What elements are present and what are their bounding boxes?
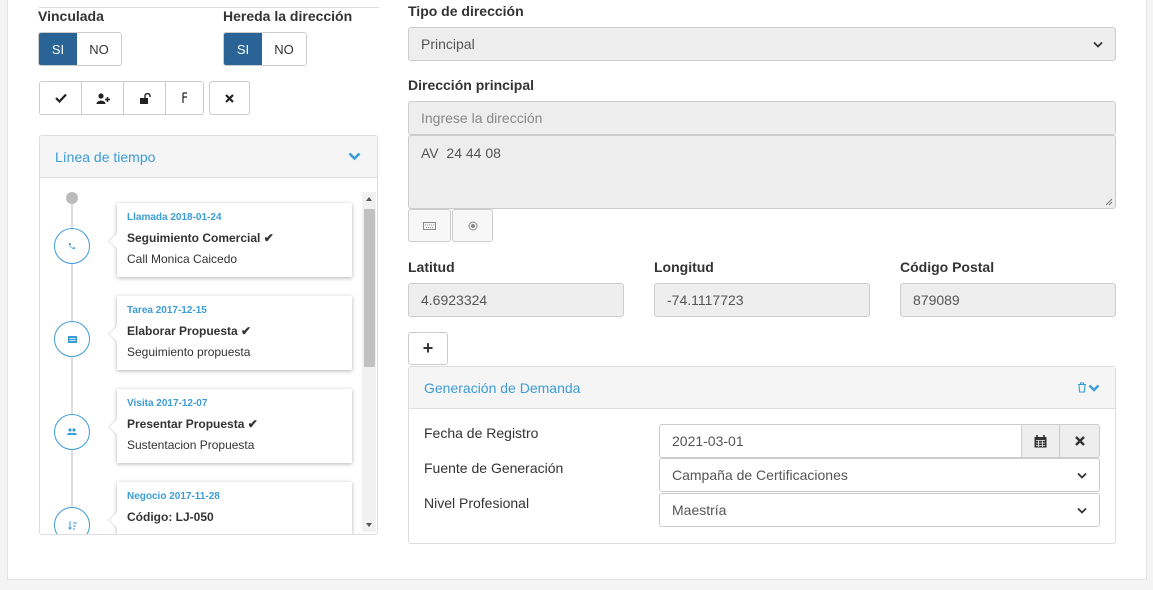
remove-button[interactable] [209, 81, 250, 115]
confirm-button[interactable] [40, 82, 82, 114]
timeline-header[interactable]: Línea de tiempo [40, 136, 377, 178]
user-plus-icon [96, 92, 110, 104]
nivel-profesional-value: Maestría [672, 502, 727, 518]
chevron-down-icon[interactable] [1088, 384, 1100, 392]
close-icon [225, 93, 234, 103]
timeline-card-description: Sustentacion Propuesta [127, 438, 255, 452]
codigo-postal-field[interactable]: 879089 [900, 283, 1116, 317]
phone-icon [69, 243, 75, 249]
timeline-card-header: Negocio 2017-11-28 [127, 491, 220, 502]
direccion-value: AV 24 44 08 [421, 145, 501, 161]
fuente-generacion-value: Campaña de Certificaciones [672, 467, 848, 483]
timeline-panel: Línea de tiempo Llamada 2018-01-24 Segui… [39, 135, 378, 535]
timeline-card-header: Tarea 2017-12-15 [127, 305, 207, 316]
timeline-card-header: Llamada 2018-01-24 [127, 212, 222, 223]
latitud-label: Latitud [408, 259, 455, 275]
hereda-no-button[interactable]: NO [262, 33, 306, 65]
timeline-card-title: Seguimiento Comercial ✔ [127, 231, 342, 245]
timeline-card[interactable]: Tarea 2017-12-15 Elaborar Propuesta ✔ Se… [117, 296, 352, 370]
timeline-card-description: Call Monica Caicedo [127, 252, 238, 266]
timeline-card[interactable]: Visita 2017-12-07 Presentar Propuesta ✔ … [117, 389, 352, 463]
codigo-postal-label: Código Postal [900, 259, 995, 275]
demanda-header[interactable]: Generación de Demanda [409, 367, 1115, 409]
direccion-principal-label: Dirección principal [408, 77, 535, 93]
timeline-body: Llamada 2018-01-24 Seguimiento Comercial… [40, 178, 377, 534]
tipo-direccion-value: Principal [421, 36, 475, 52]
timeline-scrollbar[interactable] [362, 192, 376, 532]
scrollbar-thumb[interactable] [364, 209, 375, 367]
timeline-card-title-text: Seguimiento Comercial [127, 231, 261, 245]
check-icon: ✔ [241, 324, 252, 338]
direccion-placeholder: Ingrese la dirección [421, 110, 543, 126]
close-icon [1074, 436, 1085, 446]
timeline-item-icon [54, 414, 90, 450]
timeline-card-title: Código: LJ-050 [127, 510, 214, 524]
timeline-item-icon [54, 228, 90, 264]
direccion-input[interactable]: Ingrese la dirección [408, 101, 1116, 135]
scroll-up-icon[interactable] [362, 194, 376, 204]
demanda-title: Generación de Demanda [424, 379, 581, 396]
hereda-toggle: SI NO [223, 32, 307, 66]
timeline-card[interactable]: Negocio 2017-11-28 Código: LJ-050 [117, 482, 352, 534]
check-icon: ✔ [247, 417, 258, 431]
timeline-item-icon [54, 507, 90, 534]
latitud-field[interactable]: 4.6923324 [408, 283, 624, 317]
timeline-card-header: Visita 2017-12-07 [127, 398, 208, 409]
page-container: Vinculada Hereda la dirección SI NO SI N… [7, 0, 1147, 580]
timeline-title: Línea de tiempo [55, 148, 156, 165]
gender-icon [181, 92, 187, 103]
trash-icon[interactable] [1077, 382, 1087, 393]
scroll-down-icon[interactable] [362, 520, 376, 530]
vinculada-no-button[interactable]: NO [77, 33, 121, 65]
target-icon [468, 221, 477, 230]
longitud-field[interactable]: -74.1117723 [654, 283, 870, 317]
nivel-profesional-label: Nivel Profesional [424, 495, 530, 511]
fecha-registro-input[interactable]: 2021-03-01 [659, 424, 1022, 458]
unlock-button[interactable] [124, 82, 166, 114]
fecha-registro-label: Fecha de Registro [424, 425, 539, 441]
calendar-button[interactable] [1021, 424, 1060, 458]
tipo-direccion-label: Tipo de dirección [408, 3, 524, 19]
keyboard-icon [423, 221, 436, 230]
fuente-generacion-label: Fuente de Generación [424, 460, 564, 476]
nivel-profesional-select[interactable]: Maestría [659, 493, 1100, 527]
check-icon: ✔ [263, 231, 274, 245]
hereda-label: Hereda la dirección [223, 8, 353, 24]
timeline-card[interactable]: Llamada 2018-01-24 Seguimiento Comercial… [117, 203, 352, 277]
demanda-header-actions [1077, 382, 1100, 393]
timeline-start-dot [66, 192, 78, 204]
chevron-down-icon[interactable] [348, 152, 361, 161]
timeline-card-description: Seguimiento propuesta [127, 345, 251, 359]
clear-date-button[interactable] [1059, 424, 1100, 458]
vinculada-label: Vinculada [38, 8, 104, 24]
vinculada-si-button[interactable]: SI [39, 33, 77, 65]
tipo-direccion-select[interactable]: Principal [408, 27, 1116, 61]
resize-handle-icon[interactable] [1105, 198, 1113, 206]
gender-button[interactable] [166, 82, 203, 114]
unlock-icon [139, 92, 151, 104]
timeline-card-title-text: Presentar Propuesta [127, 417, 245, 431]
timeline-card-title: Elaborar Propuesta ✔ [127, 324, 342, 338]
sort-icon [67, 520, 77, 530]
timeline-card-title: Presentar Propuesta ✔ [127, 417, 342, 431]
add-button[interactable]: + [408, 332, 448, 365]
chevron-down-icon [1093, 41, 1103, 48]
calendar-icon [1034, 434, 1047, 447]
chevron-down-icon [1077, 507, 1087, 514]
keyboard-button[interactable] [408, 209, 451, 242]
check-icon [54, 93, 67, 103]
chevron-down-icon [1077, 472, 1087, 479]
users-icon [67, 428, 77, 435]
action-toolbar [39, 81, 204, 115]
task-icon [67, 335, 77, 343]
longitud-label: Longitud [654, 259, 714, 275]
vinculada-toggle: SI NO [38, 32, 122, 66]
location-button[interactable] [452, 209, 493, 242]
timeline-item-icon [54, 321, 90, 357]
timeline-card-title-text: Elaborar Propuesta [127, 324, 238, 338]
fuente-generacion-select[interactable]: Campaña de Certificaciones [659, 458, 1100, 492]
hereda-si-button[interactable]: SI [224, 33, 262, 65]
direccion-textarea[interactable]: AV 24 44 08 [408, 135, 1116, 209]
add-user-button[interactable] [82, 82, 124, 114]
